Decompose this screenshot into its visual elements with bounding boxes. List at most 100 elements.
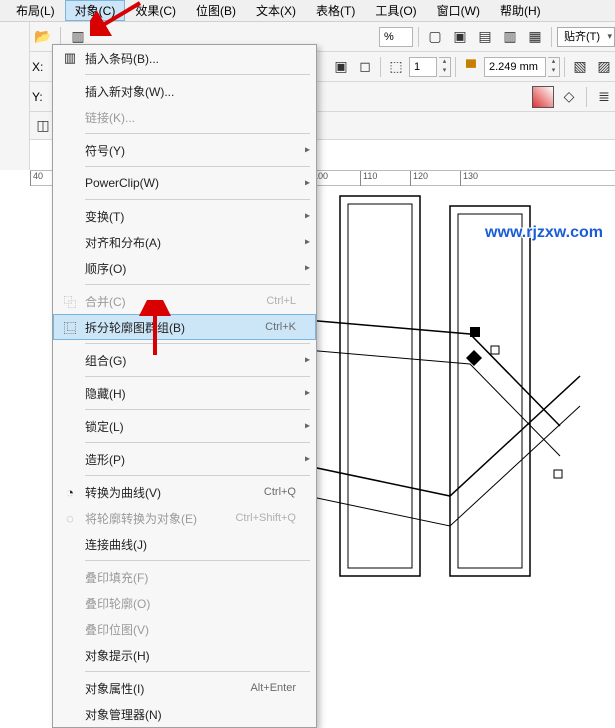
palette-icon[interactable]: ▨: [593, 56, 615, 78]
step-spinner[interactable]: ▴▾: [439, 57, 451, 77]
menu-overprint-outline: 叠印轮廓(O): [53, 590, 316, 616]
menu-order[interactable]: 顺序(O): [53, 255, 316, 281]
menu-symbol[interactable]: 符号(Y): [53, 137, 316, 163]
menu-separator: [85, 560, 310, 561]
outline-icon: ◌: [59, 509, 81, 527]
separator: [586, 87, 587, 107]
width-spinner[interactable]: ▴▾: [548, 57, 560, 77]
percent-input[interactable]: %: [379, 27, 413, 47]
menu-join-curves[interactable]: 连接曲线(J): [53, 531, 316, 557]
layout-3-icon[interactable]: ▤: [474, 26, 496, 48]
ruler-tick: 110: [360, 171, 377, 187]
blank-icon: [59, 620, 81, 638]
separator: [380, 57, 381, 77]
menu-object-manager[interactable]: 对象管理器(N): [53, 701, 316, 727]
menu-group[interactable]: 组合(G): [53, 347, 316, 373]
menu-overprint-bitmap: 叠印位图(V): [53, 616, 316, 642]
blank-icon: [59, 259, 81, 277]
menu-table[interactable]: 表格(T): [306, 0, 365, 21]
menu-object-properties[interactable]: 对象属性(I)Alt+Enter: [53, 675, 316, 701]
copy-props-icon[interactable]: ≣: [593, 86, 615, 108]
menubar: 布局(L) 对象(C) 效果(C) 位图(B) 文本(X) 表格(T) 工具(O…: [0, 0, 615, 22]
ruler-tick: 130: [460, 171, 478, 187]
crop-icon[interactable]: ▣: [330, 56, 352, 78]
menu-help[interactable]: 帮助(H): [490, 0, 551, 21]
separator: [551, 27, 552, 47]
combine-icon: ⿻: [59, 292, 81, 310]
open-icon[interactable]: 📂: [32, 26, 54, 48]
blank-icon: [59, 384, 81, 402]
menu-text[interactable]: 文本(X): [246, 0, 306, 21]
blank-icon: [59, 535, 81, 553]
menu-separator: [85, 671, 310, 672]
blank-icon: [59, 108, 81, 126]
menu-separator: [85, 199, 310, 200]
layout-1-icon[interactable]: ▢: [424, 26, 446, 48]
separator: [455, 57, 456, 77]
fill-icon[interactable]: ▧: [569, 56, 591, 78]
blank-icon: [59, 174, 81, 192]
blank-icon: [59, 568, 81, 586]
blank-icon: [59, 646, 81, 664]
menu-separator: [85, 376, 310, 377]
menu-lock[interactable]: 锁定(L): [53, 413, 316, 439]
blank-icon: [59, 679, 81, 697]
x-label: X:: [32, 60, 43, 74]
menu-insert-barcode[interactable]: ▥插入条码(B)...: [53, 45, 316, 71]
break-icon: ⿺: [59, 318, 81, 336]
menu-layout[interactable]: 布局(L): [6, 0, 65, 21]
step-input[interactable]: 1: [409, 57, 437, 77]
y-label: Y:: [32, 90, 43, 104]
eraser-icon[interactable]: ◇: [558, 86, 580, 108]
menu-links: 链接(K)...: [53, 104, 316, 130]
blank-icon: [59, 207, 81, 225]
blank-icon: [59, 417, 81, 435]
menu-break-contour-group[interactable]: ⿺拆分轮廓图群组(B)Ctrl+K: [53, 314, 316, 340]
menu-separator: [85, 166, 310, 167]
separator: [418, 27, 419, 47]
watermark: www.rjzxw.com: [485, 224, 603, 242]
blank-icon: [59, 351, 81, 369]
stroke-icon[interactable]: ▀: [460, 56, 482, 78]
blank-icon: [59, 705, 81, 723]
menu-bitmap[interactable]: 位图(B): [186, 0, 246, 21]
blank-icon: [59, 233, 81, 251]
blank-icon: [59, 594, 81, 612]
menu-separator: [85, 343, 310, 344]
menu-tools[interactable]: 工具(O): [365, 0, 426, 21]
layout-5-icon[interactable]: ▦: [524, 26, 546, 48]
menu-align-distribute[interactable]: 对齐和分布(A): [53, 229, 316, 255]
shape2-icon[interactable]: ◫: [32, 115, 54, 137]
ruler-tick: 40: [30, 171, 43, 187]
barcode-icon: ▥: [59, 49, 81, 67]
gradient-icon[interactable]: [532, 86, 554, 108]
separator: [564, 57, 565, 77]
curves-icon: ◔: [59, 483, 81, 501]
menu-outline-to-object: ◌将轮廓转换为对象(E)Ctrl+Shift+Q: [53, 505, 316, 531]
menu-transform[interactable]: 变换(T): [53, 203, 316, 229]
menu-powerclip[interactable]: PowerClip(W): [53, 170, 316, 196]
menu-separator: [85, 409, 310, 410]
menu-object[interactable]: 对象(C): [65, 0, 126, 21]
frame-icon[interactable]: ◻: [354, 56, 376, 78]
blank-icon: [59, 141, 81, 159]
menu-object-hints[interactable]: 对象提示(H): [53, 642, 316, 668]
menu-shaping[interactable]: 造形(P): [53, 446, 316, 472]
menu-combine: ⿻合并(C)Ctrl+L: [53, 288, 316, 314]
layout-4-icon[interactable]: ▥: [499, 26, 521, 48]
menu-separator: [85, 475, 310, 476]
layout-2-icon[interactable]: ▣: [449, 26, 471, 48]
menu-convert-curves[interactable]: ◔转换为曲线(V)Ctrl+Q: [53, 479, 316, 505]
menu-separator: [85, 133, 310, 134]
menu-separator: [85, 284, 310, 285]
menu-effects[interactable]: 效果(C): [125, 0, 186, 21]
menu-separator: [85, 74, 310, 75]
menu-insert-new-object[interactable]: 插入新对象(W)...: [53, 78, 316, 104]
menu-window[interactable]: 窗口(W): [427, 0, 490, 21]
stroke-width-input[interactable]: 2.249 mm: [484, 57, 546, 77]
blank-icon: [59, 450, 81, 468]
step-icon[interactable]: ⬚: [385, 56, 407, 78]
menu-hide[interactable]: 隐藏(H): [53, 380, 316, 406]
side-toolbar: [0, 22, 30, 170]
snap-dropdown[interactable]: 贴齐(T): [557, 27, 615, 47]
